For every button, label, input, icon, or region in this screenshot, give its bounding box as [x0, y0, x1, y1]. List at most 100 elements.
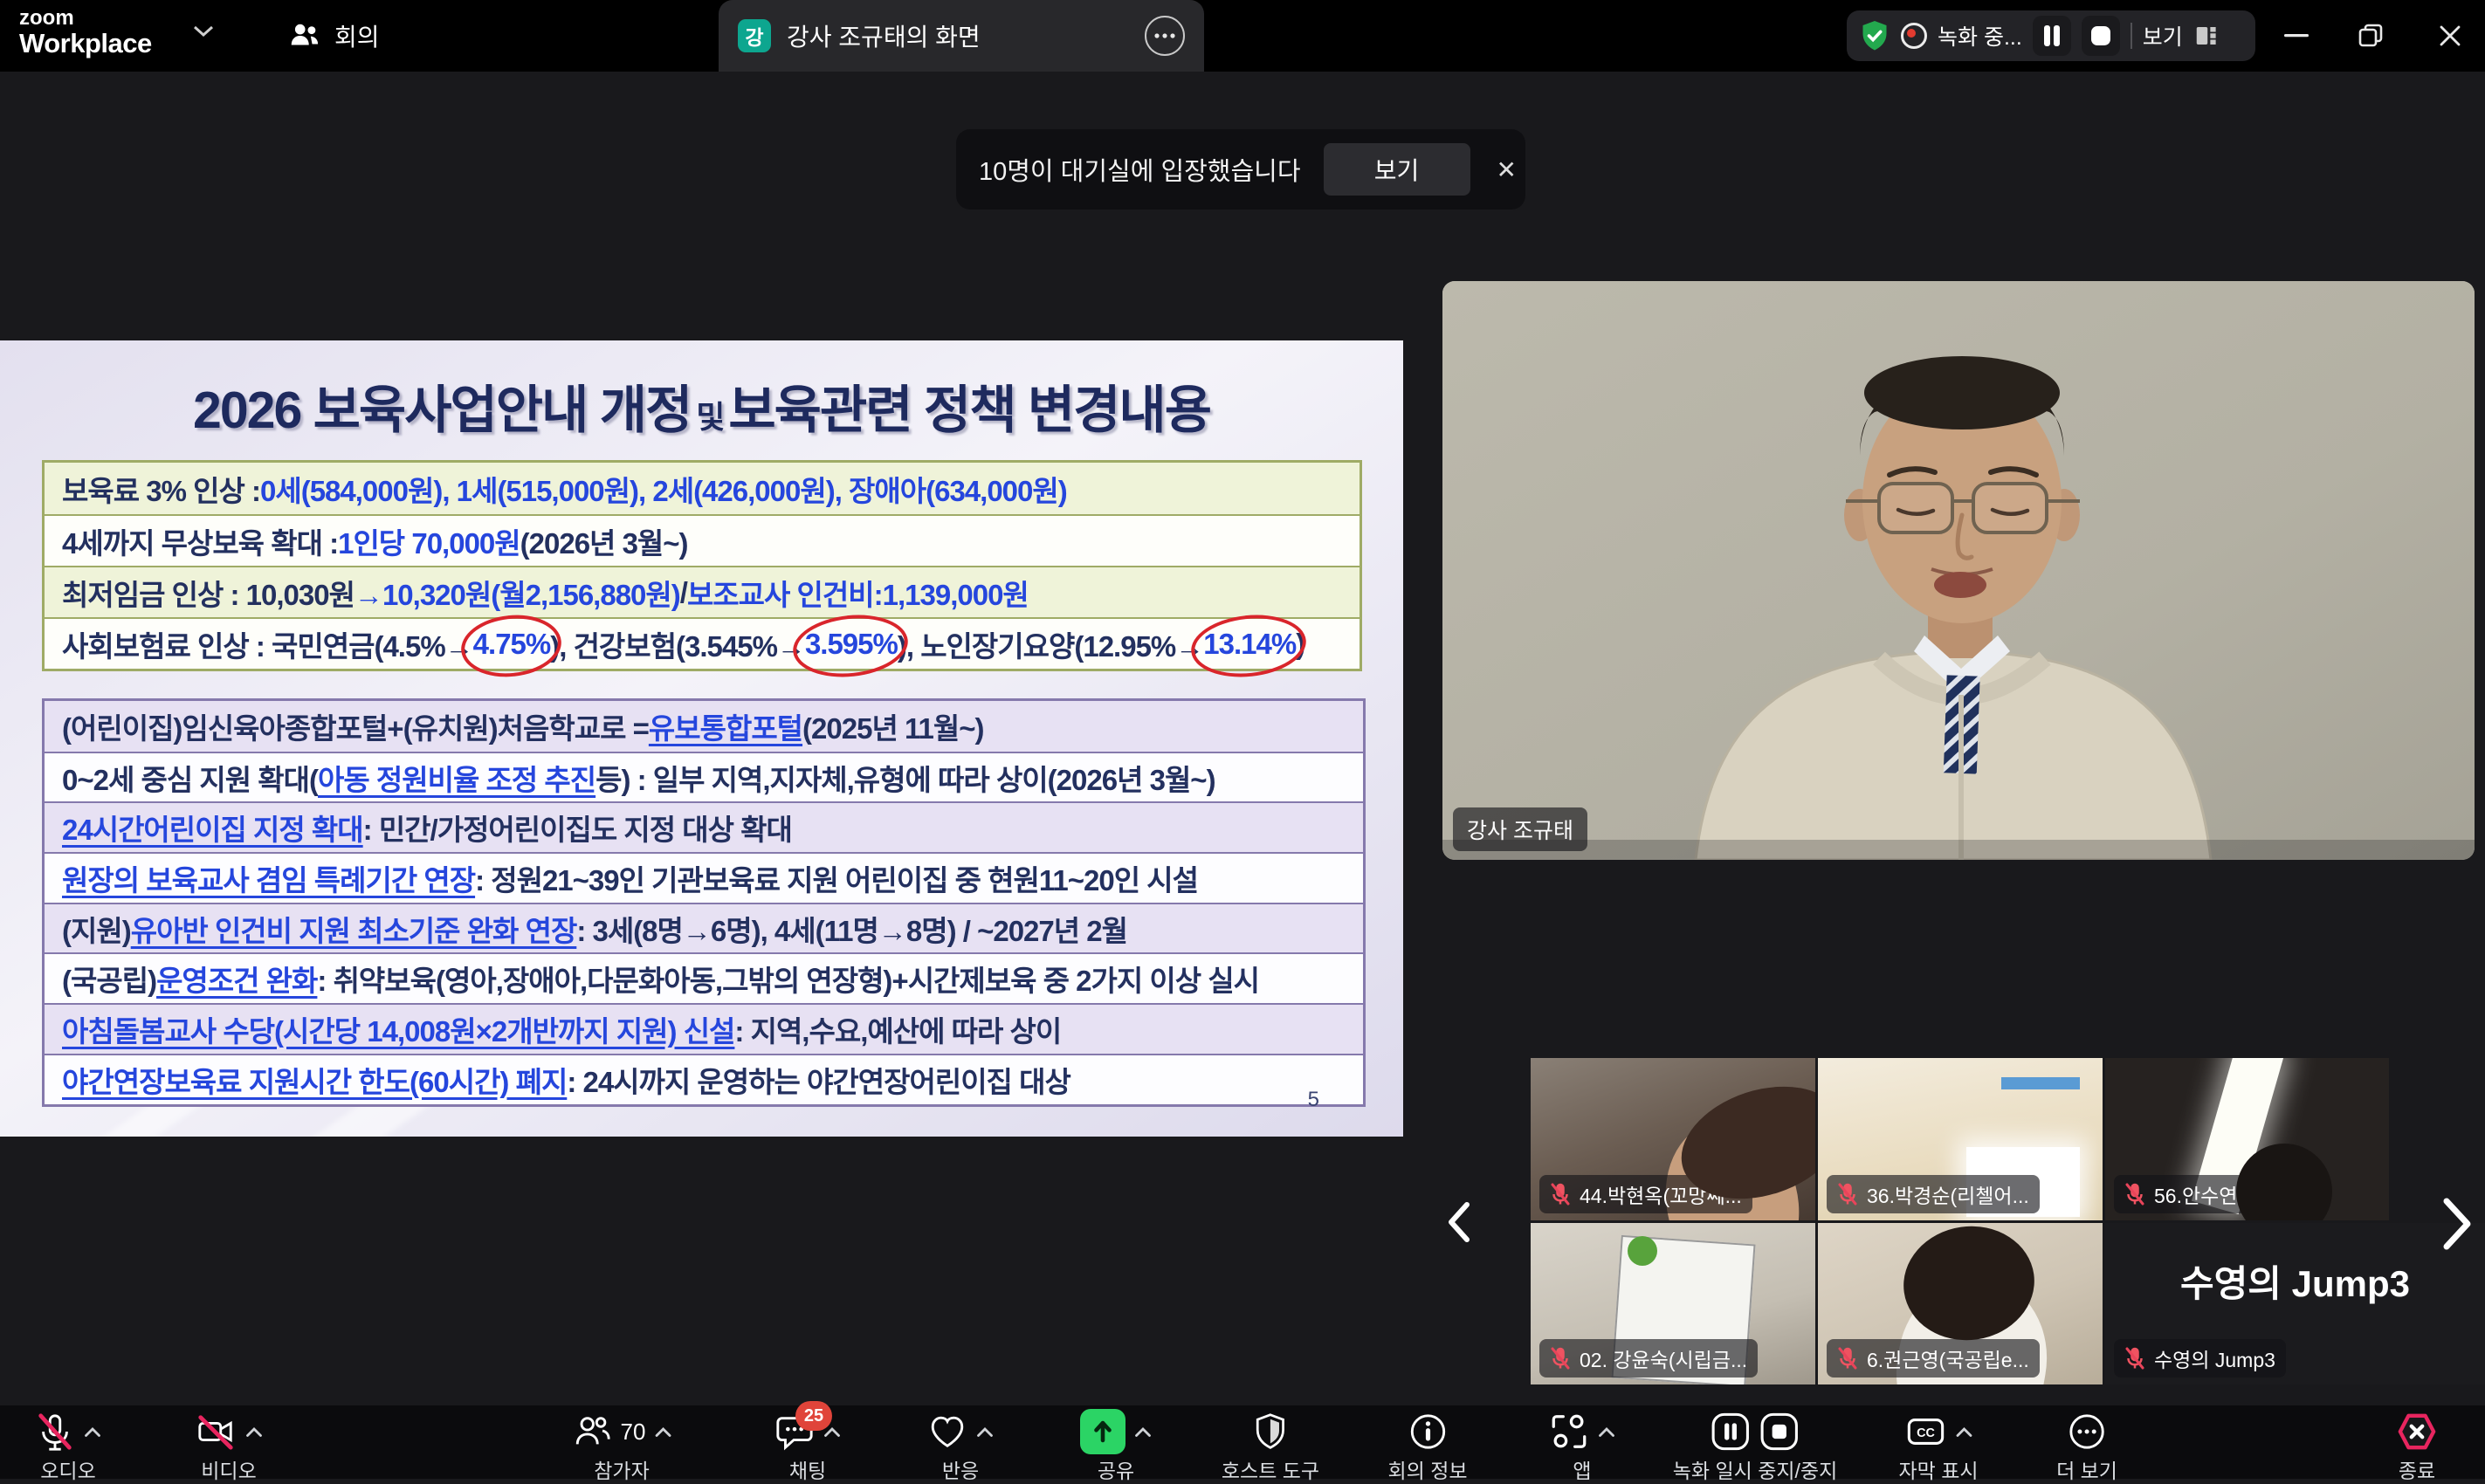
speaker-name-tag: 강사 조규태: [1453, 807, 1587, 851]
meeting-info-button[interactable]: 회의 정보: [1387, 1410, 1467, 1484]
participants-icon: [572, 1412, 612, 1452]
chevron-up-icon[interactable]: [245, 1426, 263, 1438]
slide-text-segment: (지원): [62, 908, 131, 950]
chevron-up-icon[interactable]: [1134, 1426, 1152, 1438]
participant-name: 44.박현옥(꼬망쎄...: [1580, 1179, 1742, 1209]
speaker-name: 강사 조규태: [1467, 814, 1573, 845]
toolbar-item-label: 호스트 도구: [1222, 1454, 1319, 1484]
cc-icon: CC: [1904, 1412, 1946, 1452]
slide-page-number: 5: [1308, 1088, 1319, 1112]
slide-text-segment: 원장의 보육교사 겸임 특례기간 연장: [62, 857, 475, 899]
participant-tile[interactable]: 36.박경순(리첼어...: [1818, 1058, 2103, 1220]
thumbnails-prev-icon[interactable]: [1439, 1198, 1477, 1247]
view-layout-icon[interactable]: [2193, 23, 2220, 49]
slide-text-segment: : 3세(8명→6명), 4세(11명→8명) / ~2027년 2월: [576, 908, 1127, 950]
recording-controls-button[interactable]: 녹화 일시 중지/중지: [1673, 1410, 1837, 1484]
slide-text-segment: ): [1296, 628, 1304, 661]
view-button[interactable]: 보기: [2143, 20, 2183, 52]
slide-row: 야간연장보육료 지원시간 한도(60시간) 폐지 : 24시까지 운영하는 야간…: [45, 1054, 1363, 1104]
slide-row: (어린이집)임신육아종합포털+(유치원)처음학교로 = 유보통합포털(2025년…: [45, 701, 1363, 752]
captions-button[interactable]: CC자막 표시: [1898, 1410, 1978, 1484]
pause-record-icon: [1711, 1412, 1751, 1452]
toolbar-item-label: 종료: [2399, 1454, 2435, 1484]
tab-screen-share-label: 강사 조규태의 화면: [787, 18, 981, 53]
chat-button[interactable]: 25채팅: [774, 1410, 841, 1484]
workspace-dropdown-icon[interactable]: [192, 24, 215, 43]
svg-text:CC: CC: [1917, 1426, 1935, 1440]
participant-name-tag: 6.권근영(국공립e...: [1827, 1339, 2040, 1378]
tab-meetings[interactable]: 회의: [279, 0, 389, 72]
slide-row: 4세까지 무상보육 확대 : 1인당 70,000원(2026년 3월~): [45, 514, 1360, 566]
participants-button[interactable]: 70참가자: [572, 1410, 672, 1484]
slide-row: 원장의 보육교사 겸임 특례기간 연장 : 정원21~39인 기관보육료 지원 …: [45, 852, 1363, 903]
security-shield-icon[interactable]: [1859, 19, 1890, 52]
participant-name: 02. 강윤숙(시립금...: [1580, 1343, 1747, 1373]
slide-row: 24시간어린이집 지정 확대 : 민간/가정어린이집도 지정 대상 확대: [45, 801, 1363, 852]
participant-name: 56.안수연(큰사랑...: [2154, 1179, 2316, 1209]
slide-text-segment: 사회보험료 인상 : 국민연금(4.5%→: [62, 623, 473, 665]
recording-pill: 녹화 중... 보기: [1847, 10, 2255, 61]
chevron-up-icon[interactable]: [1598, 1426, 1615, 1438]
banner-close-icon[interactable]: ✕: [1497, 155, 1517, 184]
pause-recording-button[interactable]: [2033, 16, 2071, 56]
participant-tile[interactable]: 56.안수연(큰사랑...: [2105, 1058, 2389, 1220]
host-tools-button[interactable]: 호스트 도구: [1222, 1410, 1319, 1484]
participant-tile[interactable]: 44.박현옥(꼬망쎄...: [1531, 1058, 1815, 1220]
participant-name-tag: 56.안수연(큰사랑...: [2114, 1175, 2327, 1213]
stop-record-icon: [1759, 1412, 1800, 1452]
end-button[interactable]: 종료: [2395, 1410, 2439, 1484]
participant-tile[interactable]: 02. 강윤숙(시립금...: [1531, 1223, 1815, 1384]
audio-button[interactable]: 오디오: [35, 1410, 101, 1484]
share-button[interactable]: 공유: [1080, 1410, 1152, 1484]
slide-text-segment: 아침돌봄교사 수당(시간당 14,008원×2개반까지 지원) 신설: [62, 1008, 734, 1050]
mic-off-icon: [1837, 1347, 1858, 1370]
slide-table-policies: (어린이집)임신육아종합포털+(유치원)처음학교로 = 유보통합포털(2025년…: [42, 698, 1366, 1107]
slide-text-segment: 유아반 인건비 지원 최소기준 완화 연장: [131, 908, 577, 950]
mic-off-icon: [1550, 1347, 1571, 1370]
apps-button[interactable]: 앱: [1549, 1410, 1615, 1484]
slide-text-segment: 야간연장보육료 지원시간 한도(60시간) 폐지: [62, 1059, 567, 1101]
toolbar-item-label: 녹화 일시 중지/중지: [1673, 1454, 1837, 1484]
chevron-up-icon[interactable]: [1955, 1426, 1972, 1438]
waiting-room-view-button[interactable]: 보기: [1324, 143, 1470, 196]
slide-text-segment: 0세(584,000원), 1세(515,000원), 2세(426,000원)…: [260, 468, 1067, 510]
slide-text-segment: ), 노인장기요양(12.95%→: [898, 623, 1203, 665]
participant-name-tag: 44.박현옥(꼬망쎄...: [1539, 1175, 1752, 1213]
toolbar-item-label: 참가자: [594, 1454, 649, 1484]
participant-tile[interactable]: 수영의 Jump3수영의 Jump3: [2105, 1223, 2485, 1384]
logo-line1: zoom: [19, 8, 152, 30]
slide-text-segment: 아동 정원비율 조정 추진: [318, 757, 595, 799]
record-indicator-icon: [1901, 23, 1927, 49]
chevron-up-icon[interactable]: [976, 1426, 994, 1438]
toolbar-item-label: 채팅: [789, 1454, 826, 1484]
toolbar-item-label: 앱: [1573, 1454, 1591, 1484]
window-minimize-button[interactable]: [2265, 0, 2328, 72]
participant-tile[interactable]: 6.권근영(국공립e...: [1818, 1223, 2103, 1384]
slide-text-segment: ), 건강보험(3.545%→: [550, 623, 805, 665]
video-button[interactable]: 비디오: [195, 1410, 263, 1484]
chat-unread-badge: 25: [795, 1401, 832, 1431]
window-close-button[interactable]: [2419, 0, 2482, 72]
apps-icon: [1549, 1412, 1589, 1452]
speaker-video-tile[interactable]: 강사 조규태: [1442, 281, 2475, 860]
chevron-up-icon[interactable]: [654, 1426, 671, 1438]
slide-text-segment: 등) : 일부 지역,지자체,유형에 따라 상이(2026년 3월~): [595, 757, 1215, 799]
meeting-toolbar: 오디오비디오70참가자25채팅반응공유호스트 도구회의 정보앱녹화 일시 중지/…: [0, 1405, 2485, 1479]
more-icon: [2067, 1412, 2107, 1452]
slide-row: 최저임금 인상 : 10,030원→10,320원(월2,156,880원) /…: [45, 566, 1360, 617]
reactions-button[interactable]: 반응: [927, 1410, 994, 1484]
thumbnails-next-icon[interactable]: [2434, 1194, 2480, 1254]
window-restore-button[interactable]: [2339, 0, 2402, 72]
toolbar-item-label: 더 보기: [2056, 1454, 2117, 1484]
slide-title: 2026 보육사업안내 개정및보육관련 정책 변경내용: [0, 368, 1403, 443]
more-button[interactable]: 더 보기: [2056, 1410, 2117, 1484]
stop-recording-button[interactable]: [2082, 16, 2120, 56]
tab-screen-share[interactable]: 강 강사 조규태의 화면: [719, 0, 1204, 72]
slide-row: (국공립) 운영조건 완화 : 취약보육(영아,장애아,다문화아동,그밖의 연장…: [45, 952, 1363, 1003]
tab-options-icon[interactable]: [1145, 16, 1185, 56]
titlebar: zoom Workplace 회의 강 강사 조규태의 화면 녹화 중... 보…: [0, 0, 2485, 72]
slide-text-segment: /: [680, 576, 687, 609]
zoom-workplace-logo: zoom Workplace: [19, 8, 152, 58]
chevron-up-icon[interactable]: [84, 1426, 101, 1438]
toolbar-item-label: 공유: [1098, 1454, 1134, 1484]
